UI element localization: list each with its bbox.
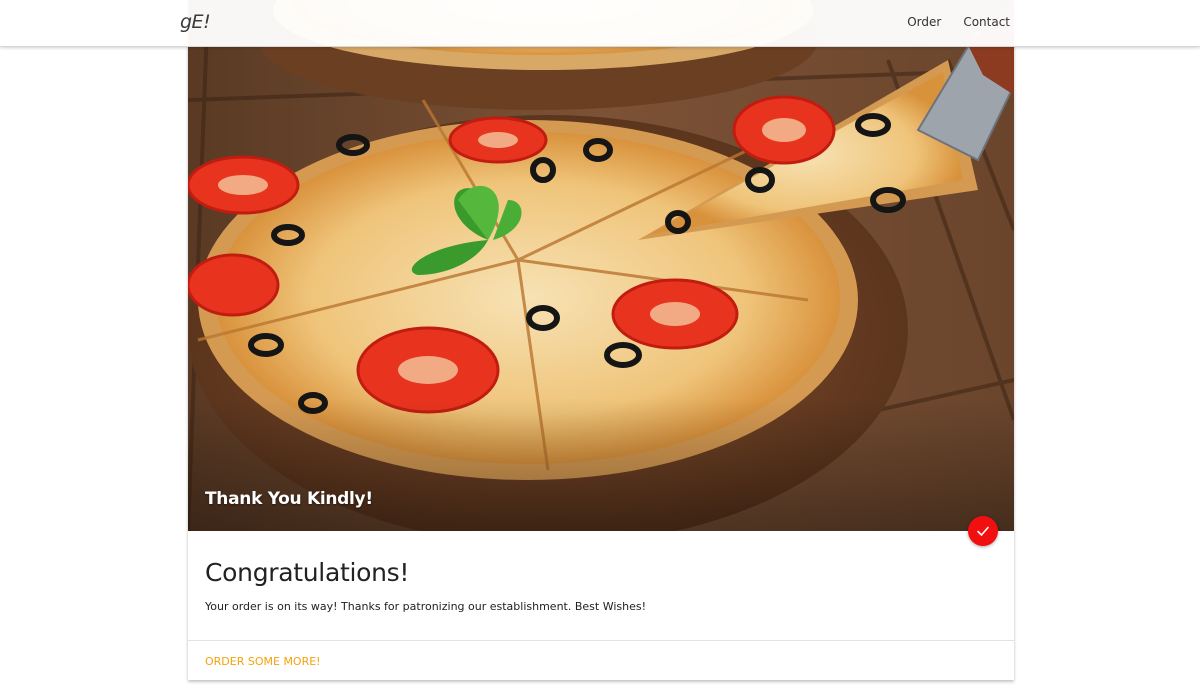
order-more-link[interactable]: ORDER SOME MORE! xyxy=(205,655,321,668)
nav-order-link[interactable]: Order xyxy=(907,15,941,29)
pizza-hero-image: Thank You Kindly! xyxy=(188,0,1014,531)
card-content: Congratulations! Your order is on its wa… xyxy=(205,558,995,613)
hero-title: Thank You Kindly! xyxy=(205,489,373,509)
confirm-check-button[interactable] xyxy=(968,516,998,546)
card-actions: ORDER SOME MORE! xyxy=(188,640,1014,681)
brand-logo[interactable]: gE! xyxy=(180,11,211,33)
nav-links: Order Contact xyxy=(907,15,1010,29)
card-heading: Congratulations! xyxy=(205,558,410,587)
check-icon xyxy=(977,526,989,536)
pizza-photo xyxy=(188,0,1014,531)
nav-contact-link[interactable]: Contact xyxy=(963,15,1010,29)
top-navbar: gE! Order Contact xyxy=(0,0,1200,47)
card-message: Your order is on its way! Thanks for pat… xyxy=(205,600,647,613)
confirmation-card: Thank You Kindly! Congratulations! Your … xyxy=(188,0,1014,680)
